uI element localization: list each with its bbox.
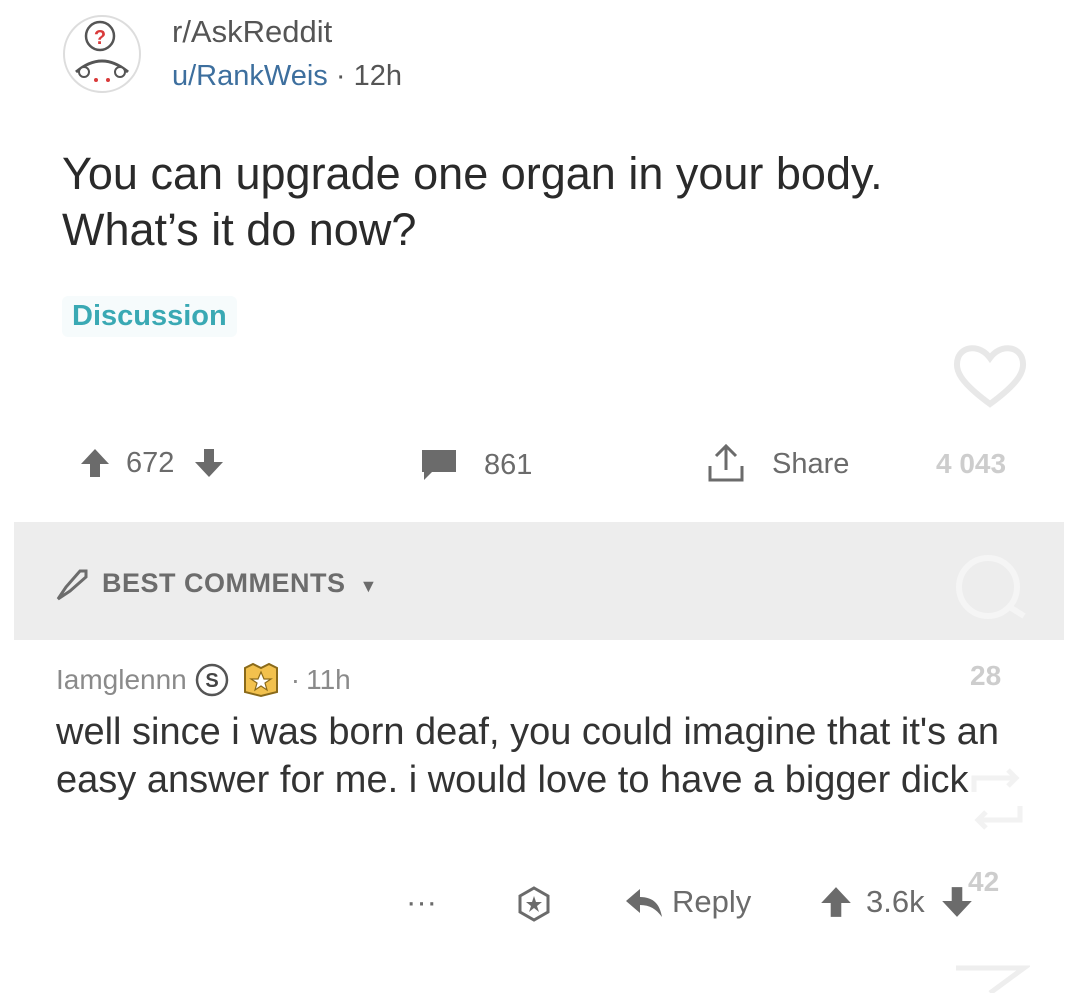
share-label: Share — [772, 447, 850, 480]
repost-count: 42 — [968, 866, 1000, 897]
upvote-arrow-icon[interactable] — [78, 446, 112, 480]
svg-text:?: ? — [94, 27, 106, 49]
svg-text:S: S — [205, 670, 218, 692]
share-upload-icon — [708, 443, 744, 482]
meta-separator: · — [335, 60, 346, 92]
comment-overlay-count: 28 — [970, 660, 1002, 691]
post-title[interactable]: You can upgrade one organ in your body. … — [62, 146, 1012, 258]
repost-icon[interactable] — [964, 762, 1030, 836]
comment-bubble-icon — [422, 450, 456, 480]
post-action-bar: 672 861 Share — [0, 440, 1080, 490]
like-count: 4 043 — [936, 448, 1007, 479]
upvote-group: 672 — [78, 446, 226, 480]
post-flair[interactable]: Discussion — [62, 296, 237, 337]
comment-vote-group: 3.6k — [818, 884, 975, 920]
share-button[interactable]: Share — [704, 442, 849, 486]
subreddit-name[interactable]: r/AskReddit — [172, 14, 332, 50]
comment-upvote-icon[interactable] — [818, 884, 854, 920]
award-icon — [518, 886, 550, 922]
reply-arrow-icon — [626, 889, 662, 917]
send-icon[interactable] — [950, 960, 1030, 993]
comments-button[interactable]: 861 — [418, 446, 532, 484]
comment-action-bar: ··· Reply 3.6k — [0, 880, 1080, 930]
post-meta: u/RankWeis · 12h — [172, 60, 402, 93]
post-author[interactable]: u/RankWeis — [172, 60, 328, 92]
comment-body: well since i was born deaf, you could im… — [56, 711, 999, 801]
sort-label: BEST COMMENTS — [102, 568, 346, 598]
downvote-arrow-icon[interactable] — [192, 446, 226, 480]
comment-separator: · — [290, 664, 301, 695]
heart-icon[interactable] — [950, 340, 1030, 410]
post-age: 12h — [353, 60, 402, 92]
reply-label: Reply — [672, 884, 752, 919]
askreddit-snoo-icon: ? — [63, 15, 141, 93]
chevron-down-icon: ▼ — [359, 576, 378, 596]
comment-score: 3.6k — [866, 884, 925, 919]
award-badge-icon — [243, 662, 278, 698]
comment-overlay-icon[interactable] — [948, 554, 1032, 624]
award-button[interactable] — [514, 884, 554, 924]
comment-author[interactable]: Iamglennn — [56, 664, 187, 696]
upvote-count: 672 — [126, 446, 175, 479]
subreddit-avatar[interactable]: ? — [62, 14, 142, 94]
s-badge-icon: S — [195, 663, 229, 697]
sort-dropdown[interactable]: BEST COMMENTS ▼ — [102, 568, 378, 599]
comment-age: 11h — [306, 664, 351, 695]
comment-count: 861 — [484, 448, 533, 481]
reply-button[interactable]: Reply — [624, 884, 751, 920]
rocket-icon — [56, 569, 88, 601]
comment-meta: Iamglennn S · 11h — [56, 662, 351, 698]
more-options-button[interactable]: ··· — [406, 884, 437, 920]
